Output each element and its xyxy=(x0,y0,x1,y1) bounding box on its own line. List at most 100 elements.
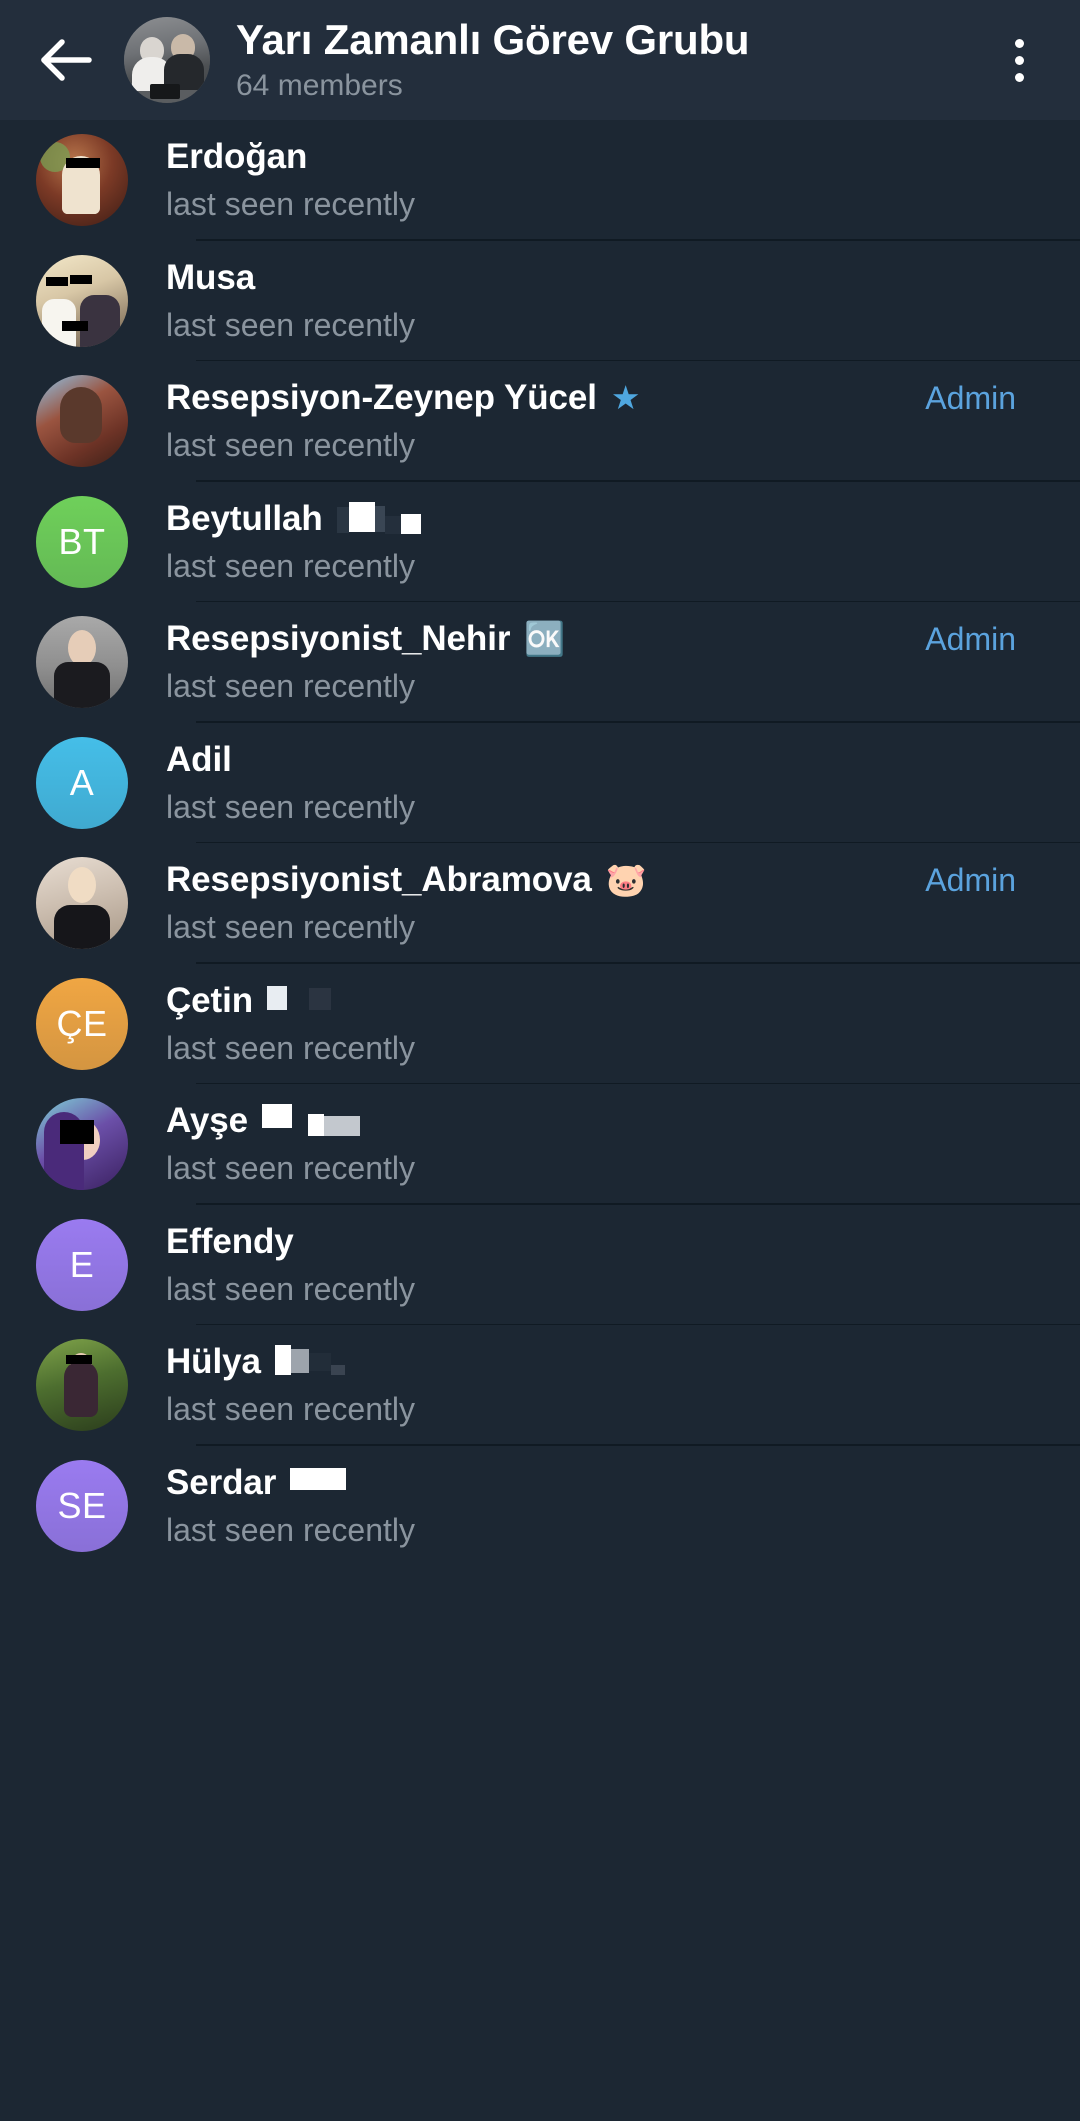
member-name-line: Serdar xyxy=(166,1461,1056,1505)
member-info: Hülya last seen recently xyxy=(166,1340,1080,1430)
member-row[interactable]: Resepsiyonist_Nehir 🆗 Admin last seen recen… xyxy=(0,602,1080,723)
redaction-block xyxy=(287,989,310,1000)
avatar-photo xyxy=(36,375,128,468)
member-name-line: Effendy xyxy=(166,1220,1056,1264)
member-status: last seen recently xyxy=(166,1270,416,1307)
member-row[interactable]: Erdoğan last seen recently xyxy=(0,120,1080,241)
member-row[interactable]: Ayşe last seen recently xyxy=(0,1084,1080,1205)
member-status: last seen recently xyxy=(166,1511,416,1548)
group-avatar[interactable] xyxy=(124,17,210,103)
member-status: last seen recently xyxy=(166,1391,416,1428)
member-info: Ayşe last seen recently xyxy=(166,1099,1080,1189)
member-row[interactable]: Hülya last seen recently xyxy=(0,1325,1080,1446)
pig-face-emoji: 🐷 xyxy=(605,861,647,899)
member-row[interactable]: Resepsiyon-Zeynep Yücel ★ Admin last seen r… xyxy=(0,361,1080,482)
redaction-block xyxy=(330,1365,345,1376)
overflow-menu-button[interactable] xyxy=(984,15,1054,105)
member-name: Effendy xyxy=(166,1221,294,1261)
member-status: last seen recently xyxy=(166,788,416,825)
member-status: last seen recently xyxy=(166,547,416,584)
member-info: Resepsiyonist_Nehir 🆗 Admin last seen recen… xyxy=(166,617,1080,707)
member-status: last seen recently xyxy=(166,1150,416,1187)
member-avatar[interactable] xyxy=(36,1098,128,1191)
group-members-screen: Yarı Zamanlı Görev Grubu 64 members Erdo… xyxy=(0,0,1080,2121)
more-vertical-icon xyxy=(1014,38,1024,48)
member-row[interactable]: Musa last seen recently xyxy=(0,241,1080,361)
avatar-initials: E xyxy=(69,1243,95,1285)
member-info: Serdar last seen recently xyxy=(166,1461,1080,1551)
member-name: Resepsiyonist_Nehir xyxy=(166,619,511,659)
member-row[interactable]: Resepsiyonist_Abramova 🐷 Admin last seen re… xyxy=(0,843,1080,964)
member-avatar[interactable]: A xyxy=(36,736,128,829)
member-avatar[interactable]: BT xyxy=(36,495,128,588)
member-name-line: Erdoğan xyxy=(166,135,1056,179)
redaction-block xyxy=(348,501,375,532)
redacted-emoji xyxy=(261,1104,360,1141)
avatar-detail-laptop xyxy=(150,84,180,99)
member-avatar[interactable]: ÇE xyxy=(36,977,128,1070)
member-avatar[interactable] xyxy=(36,375,128,468)
member-name-line: Resepsiyonist_Nehir 🆗 Admin xyxy=(166,617,1056,661)
admin-badge: Admin xyxy=(925,621,1016,658)
header-text-block: Yarı Zamanlı Görev Grubu 64 members xyxy=(236,15,984,105)
member-avatar[interactable] xyxy=(36,616,128,709)
member-status: last seen recently xyxy=(166,427,416,464)
member-info: Musa last seen recently xyxy=(166,256,1080,346)
avatar-initials: BT xyxy=(58,520,106,562)
member-status: last seen recently xyxy=(166,186,416,223)
member-avatar[interactable] xyxy=(36,857,128,950)
member-row[interactable]: ÇE Çetin last seen recently xyxy=(0,964,1080,1084)
redaction-block xyxy=(336,506,349,533)
member-name: Erdoğan xyxy=(166,137,308,177)
member-avatar[interactable] xyxy=(36,134,128,227)
member-name: Resepsiyonist_Abramova xyxy=(166,860,592,900)
member-status: last seen recently xyxy=(166,668,416,705)
avatar-photo xyxy=(36,857,128,950)
member-info: Beytullah last seen recently xyxy=(166,497,1080,587)
avatar-photo xyxy=(36,616,128,709)
face-redaction-bar xyxy=(46,276,68,286)
redaction-block xyxy=(309,987,332,1010)
member-avatar[interactable] xyxy=(36,1339,128,1432)
redaction-block xyxy=(400,513,421,534)
member-row[interactable]: E Effendy last seen recently xyxy=(0,1205,1080,1325)
member-name-line: Musa xyxy=(166,256,1056,300)
member-name: Musa xyxy=(166,257,256,297)
member-name-line: Çetin xyxy=(166,979,1056,1023)
member-info: Adil last seen recently xyxy=(166,738,1080,828)
page-title: Yarı Zamanlı Görev Grubu xyxy=(236,16,750,63)
member-avatar[interactable]: E xyxy=(36,1218,128,1311)
member-count: 64 members xyxy=(236,69,403,102)
member-row[interactable]: SE Serdar last seen recently xyxy=(0,1446,1080,1567)
back-button[interactable] xyxy=(30,24,102,96)
app-header: Yarı Zamanlı Görev Grubu 64 members xyxy=(0,0,1080,120)
member-row[interactable]: BT Beytullah last seen recently xyxy=(0,482,1080,602)
member-info: Çetin last seen recently xyxy=(166,979,1080,1069)
admin-badge: Admin xyxy=(925,862,1016,899)
member-name-line: Beytullah xyxy=(166,497,1056,541)
face-redaction-bar xyxy=(62,320,88,331)
member-avatar[interactable]: SE xyxy=(36,1459,128,1552)
member-status: last seen recently xyxy=(166,306,416,343)
avatar-initials: A xyxy=(69,761,95,803)
member-status: last seen recently xyxy=(166,909,416,946)
member-name: Serdar xyxy=(166,1462,277,1502)
member-name-line: Resepsiyon-Zeynep Yücel ★ Admin xyxy=(166,376,1056,420)
redaction-block xyxy=(274,1345,291,1376)
arrow-left-icon xyxy=(41,39,92,81)
avatar-initials: ÇE xyxy=(56,1002,108,1044)
member-info: Resepsiyon-Zeynep Yücel ★ Admin last seen r… xyxy=(166,376,1080,466)
redaction-block xyxy=(307,1114,324,1137)
member-avatar[interactable] xyxy=(36,254,128,347)
redacted-emoji xyxy=(336,501,421,536)
member-list[interactable]: Erdoğan last seen recently Musa last seen r… xyxy=(0,120,1080,2121)
member-name: Beytullah xyxy=(166,498,323,538)
redacted-emoji xyxy=(267,984,332,1018)
member-name: Adil xyxy=(166,739,232,779)
member-name-line: Resepsiyonist_Abramova 🐷 Admin xyxy=(166,858,1056,902)
face-redaction-bar xyxy=(66,1355,92,1365)
redaction-block xyxy=(290,1349,309,1374)
redaction-block xyxy=(308,1353,331,1372)
member-row[interactable]: A Adil last seen recently xyxy=(0,723,1080,843)
member-info: Erdoğan last seen recently xyxy=(166,135,1080,225)
